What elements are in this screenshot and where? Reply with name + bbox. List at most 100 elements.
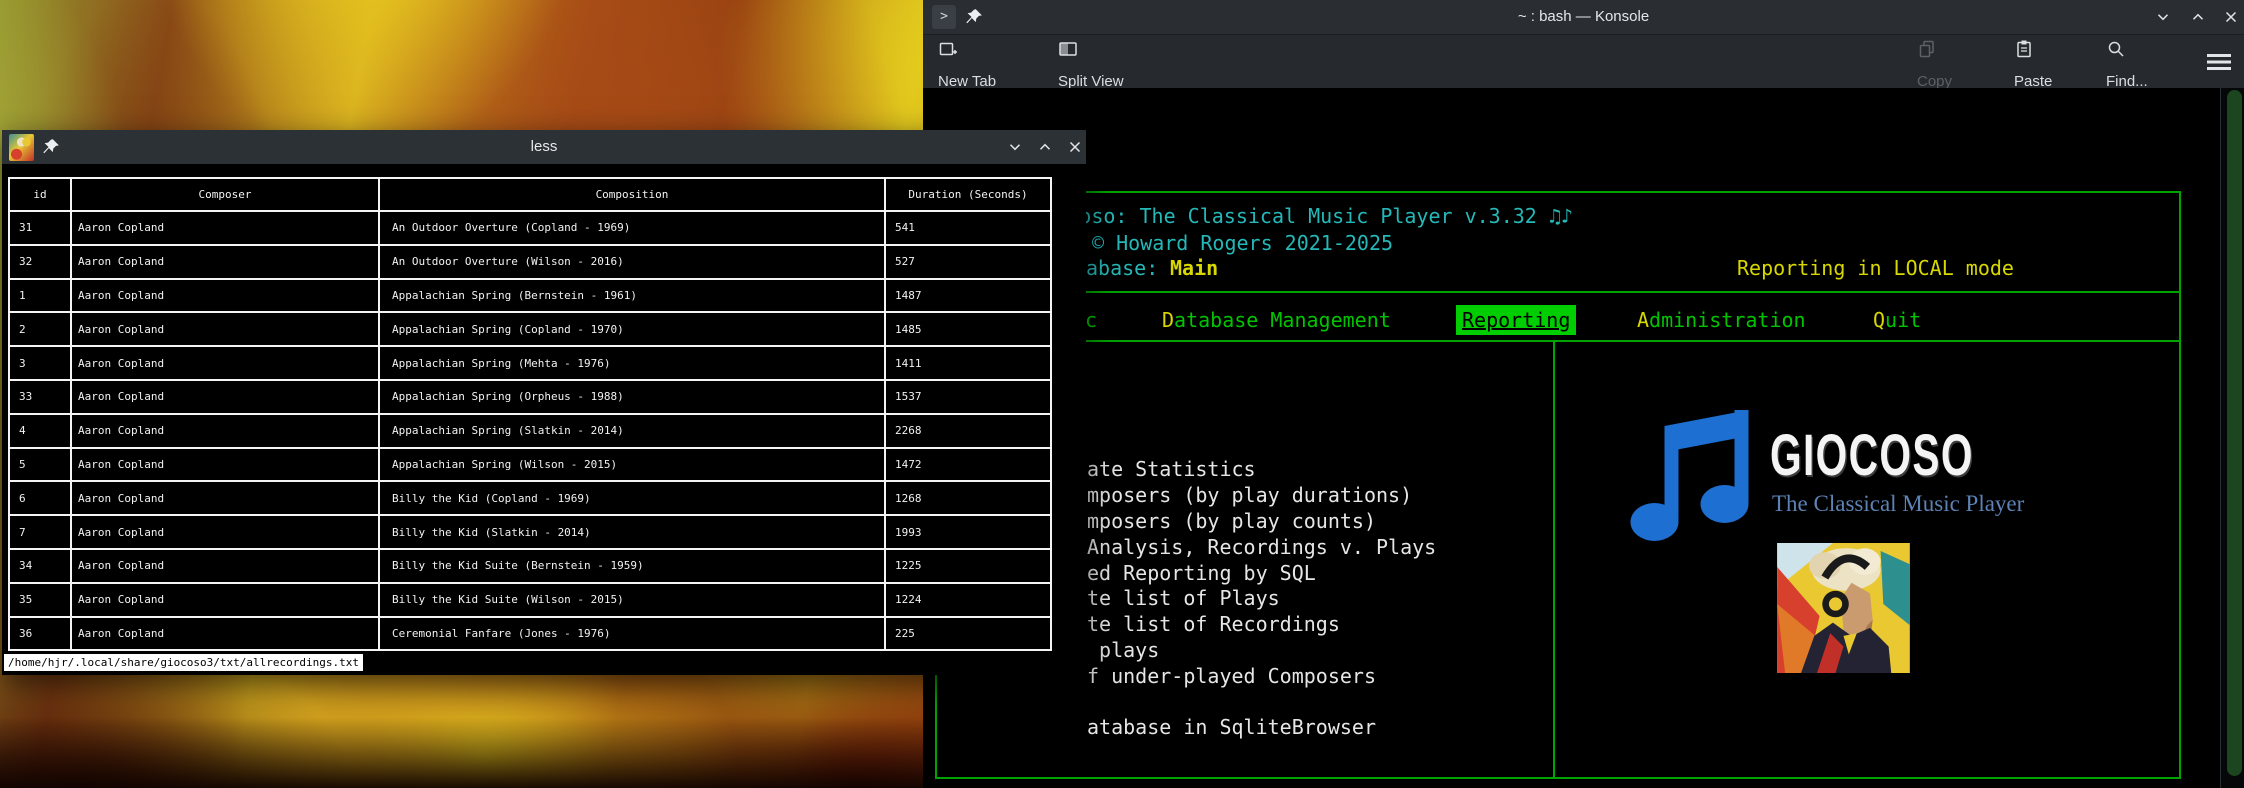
table-row: 36 Aaron Copland Ceremonial Fanfare (Jon… bbox=[9, 617, 1051, 651]
cell-id: 32 bbox=[9, 245, 71, 279]
reporting-menu-line: f under-played Composers bbox=[1087, 664, 1436, 690]
cell-composer: Aaron Copland bbox=[71, 211, 379, 245]
copy-icon bbox=[1917, 39, 1937, 59]
database-label: abase: bbox=[1086, 256, 1158, 280]
table-row: 1 Aaron Copland Appalachian Spring (Bern… bbox=[9, 279, 1051, 313]
cell-composition: Appalachian Spring (Wilson - 2015) bbox=[379, 448, 885, 482]
less-status-bar: /home/hjr/.local/share/giocoso3/txt/allr… bbox=[2, 653, 1086, 675]
less-window-title: less bbox=[2, 130, 1086, 164]
less-titlebar[interactable]: less bbox=[2, 130, 1086, 164]
database-value: Main bbox=[1170, 256, 1218, 280]
column-header-duration: Duration (Seconds) bbox=[885, 178, 1051, 211]
cell-composition: An Outdoor Overture (Wilson - 2016) bbox=[379, 245, 885, 279]
column-header-composer: Composer bbox=[71, 178, 379, 211]
cell-duration: 1268 bbox=[885, 481, 1051, 515]
cell-composer: Aaron Copland bbox=[71, 617, 379, 651]
konsole-titlebar[interactable]: > ~ : bash — Konsole bbox=[923, 0, 2244, 35]
cell-id: 34 bbox=[9, 549, 71, 583]
table-row: 32 Aaron Copland An Outdoor Overture (Wi… bbox=[9, 245, 1051, 279]
minimize-icon[interactable] bbox=[1006, 138, 1024, 156]
frame-separator bbox=[935, 291, 2181, 293]
cell-id: 35 bbox=[9, 583, 71, 617]
cell-composer: Aaron Copland bbox=[71, 515, 379, 549]
cell-id: 2 bbox=[9, 312, 71, 346]
cell-composer: Aaron Copland bbox=[71, 481, 379, 515]
cell-composer: Aaron Copland bbox=[71, 448, 379, 482]
table-row: 2 Aaron Copland Appalachian Spring (Copl… bbox=[9, 312, 1051, 346]
cell-composer: Aaron Copland bbox=[71, 346, 379, 380]
recordings-table-container: id Composer Composition Duration (Second… bbox=[8, 177, 1054, 655]
terminal-viewport[interactable]: ♫♪ Giocoso: The Classical Music Player v… bbox=[923, 88, 2220, 788]
minimize-icon[interactable] bbox=[2154, 8, 2172, 26]
new-tab-icon bbox=[938, 39, 958, 59]
reporting-menu-line: atabase in SqliteBrowser bbox=[1087, 715, 1436, 741]
giocoso-wordmark: GIOCOSO bbox=[1770, 422, 1974, 489]
cell-duration: 541 bbox=[885, 211, 1051, 245]
table-row: 5 Aaron Copland Appalachian Spring (Wils… bbox=[9, 448, 1051, 482]
cell-duration: 1472 bbox=[885, 448, 1051, 482]
cell-id: 4 bbox=[9, 414, 71, 448]
cell-duration: 1487 bbox=[885, 279, 1051, 313]
cell-duration: 1224 bbox=[885, 583, 1051, 617]
reporting-menu-line: te list of Plays bbox=[1087, 586, 1436, 612]
cell-composition: An Outdoor Overture (Copland - 1969) bbox=[379, 211, 885, 245]
menu-item-administration[interactable]: Administration bbox=[1637, 308, 1806, 332]
cell-composition: Billy the Kid (Slatkin - 2014) bbox=[379, 515, 885, 549]
maximize-icon[interactable] bbox=[2189, 8, 2207, 26]
cell-composition: Appalachian Spring (Orpheus - 1988) bbox=[379, 380, 885, 414]
cell-duration: 1537 bbox=[885, 380, 1051, 414]
menu-item-quit[interactable]: Quit bbox=[1873, 308, 1921, 332]
konsole-window-title: ~ : bash — Konsole bbox=[923, 0, 2244, 34]
find-button[interactable]: Find... bbox=[2106, 35, 2148, 88]
cell-composer: Aaron Copland bbox=[71, 279, 379, 313]
cell-duration: 225 bbox=[885, 617, 1051, 651]
cell-composer: Aaron Copland bbox=[71, 549, 379, 583]
cell-composition: Ceremonial Fanfare (Jones - 1976) bbox=[379, 617, 885, 651]
terminal-scrollbar-handle[interactable] bbox=[2227, 90, 2242, 776]
cell-composition: Appalachian Spring (Mehta - 1976) bbox=[379, 346, 885, 380]
copy-button[interactable]: Copy bbox=[1917, 35, 1952, 88]
paste-button[interactable]: Paste bbox=[2014, 35, 2052, 88]
split-view-icon bbox=[1058, 39, 1078, 59]
cell-id: 3 bbox=[9, 346, 71, 380]
cell-id: 1 bbox=[9, 279, 71, 313]
frame-vertical-divider bbox=[1553, 342, 1555, 777]
cell-id: 33 bbox=[9, 380, 71, 414]
cell-duration: 1993 bbox=[885, 515, 1051, 549]
reporting-menu-line: ed Reporting by SQL bbox=[1087, 561, 1436, 587]
cell-duration: 2268 bbox=[885, 414, 1051, 448]
close-icon[interactable] bbox=[1066, 138, 1084, 156]
table-row: 34 Aaron Copland Billy the Kid Suite (Be… bbox=[9, 549, 1051, 583]
desktop: > ~ : bash — Konsole New bbox=[0, 0, 2244, 788]
reporting-menu-line: te list of Recordings bbox=[1087, 612, 1436, 638]
reporting-menu-line: ate Statistics bbox=[1087, 457, 1436, 483]
less-file-path: /home/hjr/.local/share/giocoso3/txt/allr… bbox=[4, 654, 363, 671]
cell-id: 6 bbox=[9, 481, 71, 515]
cell-duration: 527 bbox=[885, 245, 1051, 279]
cell-id: 36 bbox=[9, 617, 71, 651]
paste-icon bbox=[2014, 39, 2034, 59]
frame-separator bbox=[935, 340, 2181, 342]
maximize-icon[interactable] bbox=[1036, 138, 1054, 156]
search-icon bbox=[2106, 39, 2126, 59]
new-tab-button[interactable]: New Tab bbox=[938, 35, 996, 88]
giocoso-tagline: The Classical Music Player bbox=[1772, 491, 2024, 517]
table-row: 33 Aaron Copland Appalachian Spring (Orp… bbox=[9, 380, 1051, 414]
cell-composer: Aaron Copland bbox=[71, 583, 379, 617]
reporting-menu-line: mposers (by play counts) bbox=[1087, 509, 1436, 535]
table-row: 31 Aaron Copland An Outdoor Overture (Co… bbox=[9, 211, 1051, 245]
cell-composition: Appalachian Spring (Slatkin - 2014) bbox=[379, 414, 885, 448]
menu-item-database-management[interactable]: Database Management bbox=[1162, 308, 1391, 332]
split-view-button[interactable]: Split View bbox=[1058, 35, 1124, 88]
music-note-icon bbox=[1628, 406, 1753, 544]
close-icon[interactable] bbox=[2222, 8, 2240, 26]
hamburger-menu-icon[interactable] bbox=[2206, 52, 2232, 72]
table-row: 6 Aaron Copland Billy the Kid (Copland -… bbox=[9, 481, 1051, 515]
cell-composer: Aaron Copland bbox=[71, 380, 379, 414]
menu-item-play-music[interactable]: c bbox=[1085, 308, 1097, 332]
recordings-table: id Composer Composition Duration (Second… bbox=[8, 177, 1052, 651]
table-row: 35 Aaron Copland Billy the Kid Suite (Wi… bbox=[9, 583, 1051, 617]
cell-id: 7 bbox=[9, 515, 71, 549]
reporting-menu-line: mposers (by play durations) bbox=[1087, 483, 1436, 509]
menu-item-reporting-selected[interactable]: Reporting bbox=[1456, 305, 1576, 335]
